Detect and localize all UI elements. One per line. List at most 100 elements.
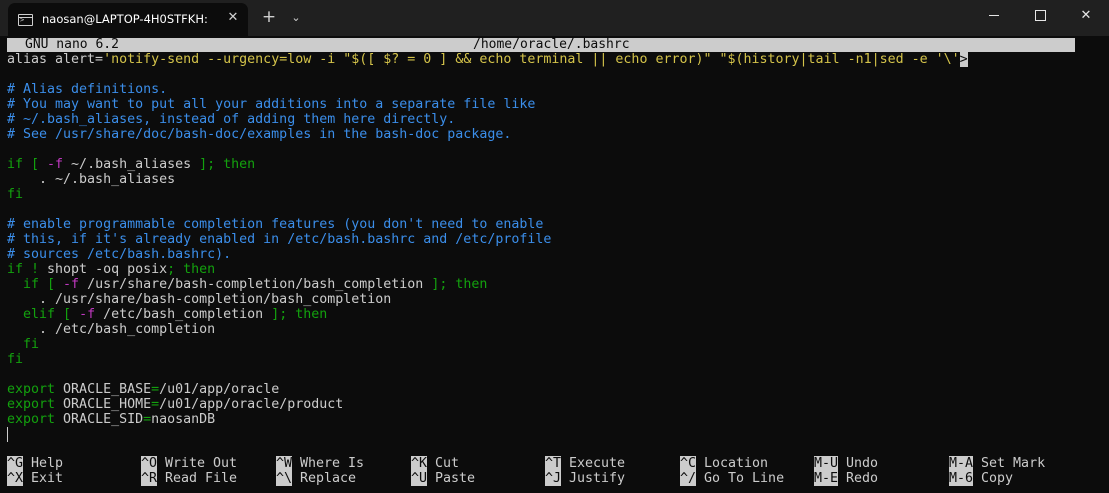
editor-line: fi (7, 337, 39, 352)
shortcut-label: Copy (981, 471, 1014, 486)
tab-dropdown-icon[interactable]: ⌄ (285, 7, 307, 29)
shortcut-key: M-6 (949, 471, 974, 486)
shortcut-help[interactable]: ^G Help (7, 456, 63, 471)
shortcut-label: Exit (31, 471, 64, 486)
shortcut-label: Replace (300, 471, 357, 486)
shortcut-read-file[interactable]: ^R Read File (141, 471, 237, 486)
terminal-tab[interactable]: naosan@LAPTOP-4H0STFKH: ✕ (8, 3, 248, 36)
editor-line: . /etc/bash_completion (7, 322, 215, 337)
nano-filename: /home/oracle/.bashrc (473, 37, 630, 52)
shortcut-copy[interactable]: M-6 Copy (949, 471, 1013, 486)
shortcut-key: ^U (411, 471, 428, 486)
editor-line: . ~/.bash_aliases (7, 172, 175, 187)
code-token: shopt -oq posix (47, 262, 168, 277)
code-token: ]; then (199, 157, 256, 172)
code-token: -f (63, 277, 80, 292)
editor-line: # this, if it's already enabled in /etc/… (7, 232, 551, 247)
minimize-button[interactable] (971, 0, 1017, 32)
shortcut-label: Where Is (300, 456, 365, 471)
code-token: ORACLE_HOME (63, 397, 152, 412)
shortcut-replace[interactable]: ^\ Replace (276, 471, 356, 486)
maximize-button[interactable] (1017, 0, 1063, 32)
code-token: /usr/share/bash-completion/bash_completi… (79, 277, 432, 292)
editor-line: export ORACLE_HOME=/u01/app/oracle/produ… (7, 397, 343, 412)
editor-line: # enable programmable completion feature… (7, 217, 543, 232)
nano-version: GNU nano 6.2 (25, 37, 119, 52)
terminal-area[interactable]: GNU nano 6.2 /home/oracle/.bashrc alias … (0, 36, 1109, 493)
shortcut-label: Justify (569, 471, 626, 486)
shortcut-key: M-E (814, 471, 839, 486)
editor-line: export ORACLE_SID=naosanDB (7, 412, 215, 427)
editor-line: if [ -f ~/.bash_aliases ]; then (7, 157, 255, 172)
code-token: export (7, 412, 64, 427)
code-token: = (151, 397, 160, 412)
editor-line: fi (7, 187, 23, 202)
code-token: # See /usr/share/doc/bash-doc/examples i… (7, 127, 512, 142)
code-token: = (151, 382, 160, 397)
code-token: fi (7, 337, 40, 352)
shortcut-key: ^J (545, 471, 562, 486)
code-token: if ! (7, 262, 48, 277)
shortcut-label: Location (704, 456, 769, 471)
shortcut-key: ^R (141, 471, 158, 486)
shortcut-go-to-line[interactable]: ^/ Go To Line (680, 471, 784, 486)
shortcut-redo[interactable]: M-E Redo (814, 471, 878, 486)
editor-line: fi (7, 352, 23, 367)
shortcut-label: Undo (846, 456, 879, 471)
shortcut-label: Go To Line (704, 471, 785, 486)
code-token: ORACLE_SID (63, 412, 144, 427)
shortcut-justify[interactable]: ^J Justify (545, 471, 625, 486)
new-tab-button[interactable]: + (258, 7, 280, 29)
shortcut-write-out[interactable]: ^O Write Out (141, 456, 237, 471)
editor-line: # Alias definitions. (7, 82, 167, 97)
code-token: # this, if it's already enabled in /etc/… (7, 232, 552, 247)
editor-line: export ORACLE_BASE=/u01/app/oracle (7, 382, 279, 397)
code-token: 'notify-send --urgency=low -i "$([ $? = … (103, 52, 960, 67)
shortcut-key: ^\ (276, 471, 293, 486)
shortcut-key: M-A (949, 456, 974, 471)
code-token: /u01/app/oracle (159, 382, 280, 397)
shortcut-execute[interactable]: ^T Execute (545, 456, 625, 471)
code-token: fi (7, 187, 24, 202)
code-token: ORACLE_BASE (63, 382, 152, 397)
code-token: . ~/.bash_aliases (7, 172, 176, 187)
editor-line: . /usr/share/bash-completion/bash_comple… (7, 292, 391, 307)
editor-line: # sources /etc/bash.bashrc). (7, 247, 231, 262)
shortcut-label: Read File (165, 471, 238, 486)
shortcut-key: ^C (680, 456, 697, 471)
title-bar: naosan@LAPTOP-4H0STFKH: ✕ + ⌄ ✕ (0, 0, 1109, 36)
code-token: # You may want to put all your additions… (7, 97, 536, 112)
shortcut-undo[interactable]: M-U Undo (814, 456, 878, 471)
terminal-icon (18, 14, 33, 26)
shortcut-exit[interactable]: ^X Exit (7, 471, 63, 486)
shortcut-label: Cut (435, 456, 460, 471)
shortcut-paste[interactable]: ^U Paste (411, 471, 475, 486)
line-truncation-marker: > (959, 52, 968, 67)
shortcut-cut[interactable]: ^K Cut (411, 456, 459, 471)
shortcut-label: Paste (435, 471, 476, 486)
shortcut-key: ^/ (680, 471, 697, 486)
code-token: elif [ (7, 307, 80, 322)
code-token: /u01/app/oracle/product (159, 397, 344, 412)
shortcut-set-mark[interactable]: M-A Set Mark (949, 456, 1045, 471)
shortcut-key: M-U (814, 456, 839, 471)
code-token: = (143, 412, 152, 427)
close-button[interactable]: ✕ (1063, 0, 1109, 32)
tab-close-icon[interactable]: ✕ (223, 8, 243, 28)
code-token: if [ (7, 157, 48, 172)
shortcut-label: Write Out (165, 456, 238, 471)
shortcut-location[interactable]: ^C Location (680, 456, 768, 471)
code-token: ]; then (271, 307, 328, 322)
shortcut-label: Redo (846, 471, 879, 486)
code-token: . /usr/share/bash-completion/bash_comple… (7, 292, 392, 307)
editor-line: # You may want to put all your additions… (7, 97, 535, 112)
code-token: ~/.bash_aliases (63, 157, 200, 172)
code-token: -f (47, 157, 64, 172)
editor-line: # ~/.bash_aliases, instead of adding the… (7, 112, 455, 127)
shortcut-label: Help (31, 456, 64, 471)
editor-line: alias alert='notify-send --urgency=low -… (7, 52, 968, 67)
code-token: fi (7, 352, 24, 367)
code-token: naosanDB (151, 412, 216, 427)
shortcut-key: ^G (7, 456, 24, 471)
shortcut-where-is[interactable]: ^W Where Is (276, 456, 364, 471)
